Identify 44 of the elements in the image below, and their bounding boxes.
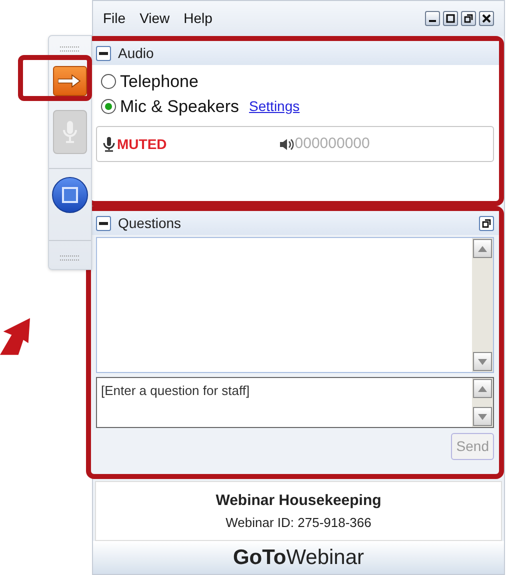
menu-item[interactable]: File — [103, 8, 126, 29]
square-icon — [62, 187, 78, 203]
webinar-id: Webinar ID: 275-918-366 — [226, 514, 372, 532]
show-panel-button[interactable] — [53, 66, 87, 96]
screen-button[interactable] — [52, 177, 88, 213]
grip-icon — [60, 46, 80, 52]
radio-option[interactable]: Mic & Speakers — [101, 94, 240, 120]
up-arrow-icon — [478, 386, 487, 392]
menu-item[interactable]: View — [140, 8, 170, 29]
collapse-button[interactable] — [96, 46, 111, 60]
minus-icon — [99, 52, 108, 54]
down-arrow-icon — [478, 358, 487, 364]
scroll-down-button[interactable] — [473, 407, 492, 426]
close-button[interactable] — [479, 11, 494, 26]
scroll-up-button[interactable] — [473, 239, 492, 258]
mute-status: MUTED — [117, 134, 167, 154]
close-icon — [482, 14, 491, 23]
volume-meter: 000000000 — [294, 134, 370, 154]
menu-item[interactable]: Help — [184, 8, 212, 29]
minus-icon — [99, 222, 108, 224]
scroll-down-button[interactable] — [473, 352, 492, 371]
maximize-icon — [446, 14, 455, 23]
minimize-button[interactable] — [425, 11, 440, 26]
microphone-icon — [103, 136, 115, 152]
panel-title: Questions — [118, 214, 182, 233]
down-arrow-icon — [478, 414, 487, 420]
settings-link[interactable]: Settings — [249, 96, 300, 117]
grip-icon — [60, 255, 80, 261]
restore-button[interactable] — [461, 11, 476, 26]
undock-icon — [482, 218, 491, 228]
webinar-title: Webinar Housekeeping — [216, 491, 382, 511]
speaker-icon — [278, 138, 295, 150]
logo: GoToWebinar — [232, 544, 364, 571]
arrow-icon — [0, 318, 30, 355]
up-arrow-icon — [478, 246, 487, 252]
scroll-up-button[interactable] — [473, 379, 492, 398]
radio-option[interactable]: Telephone — [101, 68, 198, 94]
collapse-button[interactable] — [96, 216, 111, 230]
undock-button[interactable] — [479, 216, 494, 230]
microphone-icon — [63, 120, 77, 144]
panel-title: Audio — [118, 44, 154, 62]
restore-icon — [464, 14, 473, 23]
arrow-icon — [58, 74, 82, 88]
maximize-button[interactable] — [443, 11, 458, 26]
